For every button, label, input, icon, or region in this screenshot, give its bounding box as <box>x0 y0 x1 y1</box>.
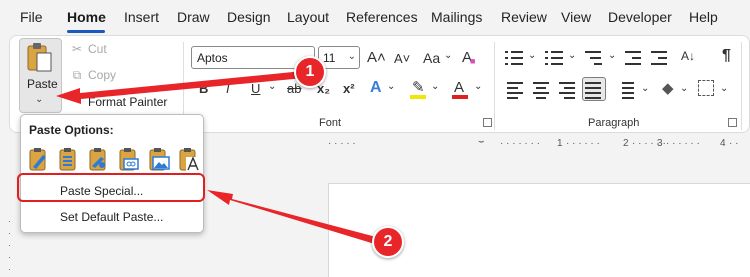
arrow-1 <box>56 71 304 104</box>
step-2-badge: 2 <box>372 226 404 258</box>
step-1-badge: 1 <box>294 56 326 88</box>
arrow-2 <box>207 190 380 245</box>
